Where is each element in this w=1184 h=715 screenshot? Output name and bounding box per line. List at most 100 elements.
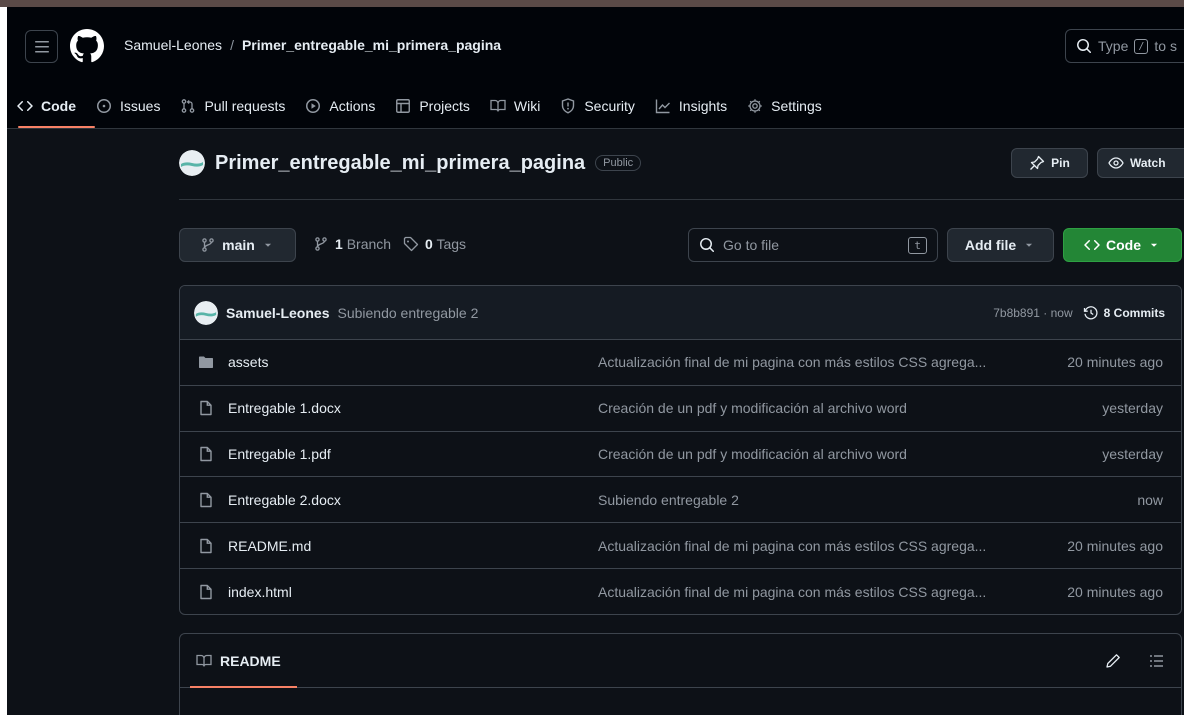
repo-name[interactable]: Primer_entregable_mi_primera_pagina	[215, 152, 585, 175]
breadcrumb-separator: /	[230, 37, 234, 53]
file-commit-time: now	[1137, 491, 1163, 508]
file-commit-time: 20 minutes ago	[1067, 583, 1163, 600]
commits-link[interactable]: 8 Commits	[1083, 305, 1165, 321]
tab-pull-requests-label: Pull requests	[204, 98, 286, 114]
tab-wiki[interactable]: Wiki	[480, 90, 550, 122]
tab-security-label: Security	[584, 98, 635, 114]
commit-hash-time[interactable]: 7b8b891 · now	[993, 306, 1072, 320]
file-row-entregable-1-pdf[interactable]: Entregable 1.pdf Creación de un pdf y mo…	[180, 432, 1181, 478]
branch-label: Branch	[346, 236, 392, 252]
hamburger-icon	[34, 40, 49, 52]
commit-author[interactable]: Samuel-Leones	[226, 305, 329, 321]
go-to-file-input[interactable]: Go to file t	[688, 228, 938, 262]
pencil-icon[interactable]	[1105, 653, 1121, 669]
readme-tools	[1105, 653, 1165, 669]
add-file-button[interactable]: Add file	[947, 228, 1054, 262]
tab-settings[interactable]: Settings	[737, 90, 832, 122]
file-commit-message[interactable]: Creación de un pdf y modificación al arc…	[598, 400, 907, 416]
tab-issues[interactable]: Issues	[86, 90, 170, 122]
file-commit-time: yesterday	[1102, 445, 1163, 462]
branch-selector[interactable]: main	[179, 228, 296, 262]
pin-icon	[1030, 155, 1045, 170]
repo-owner-avatar[interactable]	[179, 150, 205, 176]
file-commit-message[interactable]: Actualización final de mi pagina con más…	[598, 584, 986, 600]
breadcrumb-repo-link[interactable]: Primer_entregable_mi_primera_pagina	[242, 37, 501, 53]
file-name[interactable]: index.html	[228, 584, 628, 600]
tab-actions[interactable]: Actions	[295, 90, 385, 122]
tab-projects-label: Projects	[419, 98, 470, 114]
search-placeholder-suffix: to s	[1154, 38, 1177, 54]
file-commit-message[interactable]: Actualización final de mi pagina con más…	[598, 354, 986, 370]
git-branch-icon	[202, 238, 214, 252]
breadcrumb-owner-link[interactable]: Samuel-Leones	[124, 37, 222, 53]
caret-down-icon	[264, 243, 271, 247]
add-file-label: Add file	[964, 237, 1017, 253]
code-icon	[17, 100, 33, 112]
file-row-assets[interactable]: assets Actualización final de mi pagina …	[180, 340, 1181, 386]
tab-code-label: Code	[41, 98, 76, 114]
eye-icon	[1108, 157, 1124, 169]
file-commit-message[interactable]: Actualización final de mi pagina con más…	[598, 538, 986, 554]
tab-code[interactable]: Code	[7, 90, 86, 122]
code-button[interactable]: Code	[1063, 228, 1182, 262]
file-icon	[200, 538, 212, 553]
branches-link[interactable]: 1 Branch	[335, 236, 391, 252]
tab-projects[interactable]: Projects	[385, 90, 480, 122]
tab-pull-requests[interactable]: Pull requests	[170, 90, 295, 122]
list-icon[interactable]	[1149, 653, 1165, 669]
github-logo-icon[interactable]	[70, 29, 104, 63]
search-placeholder: Type	[1098, 38, 1129, 54]
tab-security[interactable]: Security	[550, 90, 645, 122]
caret-down-icon	[1026, 243, 1033, 247]
file-name[interactable]: assets	[228, 354, 628, 370]
watch-button-label: Watch	[1130, 156, 1166, 170]
shield-icon	[562, 98, 575, 114]
file-row-readme-md[interactable]: README.md Actualización final de mi pagi…	[180, 523, 1181, 569]
pin-button[interactable]: Pin	[1011, 148, 1088, 178]
caret-down-icon	[1150, 243, 1158, 247]
commits-count: 8 Commits	[1103, 305, 1165, 320]
code-icon	[1084, 239, 1100, 251]
pull-request-icon	[182, 99, 195, 113]
file-commit-time: yesterday	[1102, 400, 1163, 417]
tab-actions-label: Actions	[329, 98, 376, 114]
file-name[interactable]: README.md	[228, 538, 628, 554]
watch-button[interactable]: Watch	[1097, 148, 1184, 178]
tags-link[interactable]: 0 Tags	[425, 236, 466, 252]
file-commit-message[interactable]: Subiendo entregable 2	[598, 492, 739, 508]
breadcrumb: Samuel-Leones / Primer_entregable_mi_pri…	[124, 37, 501, 53]
file-name[interactable]: Entregable 2.docx	[228, 492, 628, 508]
tab-insights[interactable]: Insights	[645, 90, 737, 122]
file-icon	[200, 584, 212, 600]
repo-nav: Code Issues Pull requests Actions Projec…	[7, 83, 832, 129]
tab-issues-label: Issues	[120, 98, 161, 114]
visibility-badge: Public	[595, 155, 642, 171]
window-top-strip	[0, 0, 1184, 7]
file-commit-time: 20 minutes ago	[1067, 354, 1163, 371]
file-row-entregable-1-docx[interactable]: Entregable 1.docx Creación de un pdf y m…	[180, 386, 1181, 432]
file-icon	[200, 446, 212, 462]
menu-button[interactable]	[25, 30, 58, 63]
code-button-label: Code	[1106, 237, 1141, 253]
commit-message[interactable]: Subiendo entregable 2	[337, 305, 478, 321]
tab-settings-label: Settings	[771, 98, 822, 114]
tab-wiki-label: Wiki	[513, 98, 541, 114]
file-name[interactable]: Entregable 1.docx	[228, 400, 628, 416]
repo-title: Primer_entregable_mi_primera_pagina Publ…	[179, 150, 642, 176]
pin-button-label: Pin	[1051, 156, 1070, 170]
gear-icon	[748, 99, 762, 113]
file-row-index-html[interactable]: index.html Actualización final de mi pag…	[180, 569, 1181, 614]
file-name[interactable]: Entregable 1.pdf	[228, 446, 628, 462]
readme-tab-label[interactable]: README	[220, 653, 281, 669]
file-row-entregable-2-docx[interactable]: Entregable 2.docx Subiendo entregable 2 …	[180, 477, 1181, 524]
file-commit-message[interactable]: Creación de un pdf y modificación al arc…	[598, 446, 907, 462]
search-icon	[1077, 39, 1092, 54]
search-icon	[700, 238, 715, 253]
tag-count: 0	[425, 236, 433, 252]
commit-author-avatar[interactable]	[194, 300, 218, 325]
readme-active-underline	[190, 686, 297, 688]
global-search-input[interactable]: Type / to s	[1065, 29, 1184, 63]
readme-panel: README	[179, 633, 1182, 715]
tab-active-underline	[18, 126, 95, 128]
readme-header: README	[180, 634, 1181, 688]
